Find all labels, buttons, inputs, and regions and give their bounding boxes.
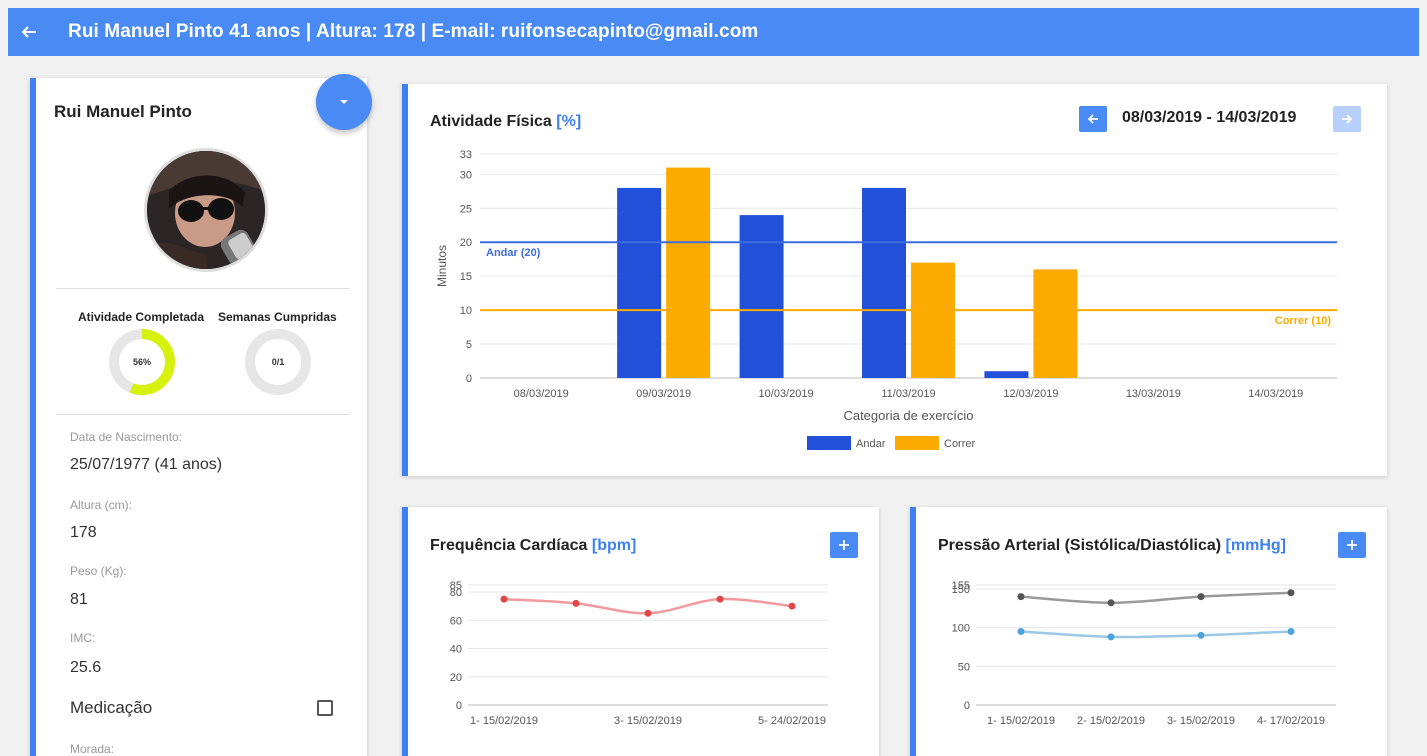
bar-andar [862,187,906,378]
y-tick-label: 40 [450,644,462,656]
y-tick-label: 30 [460,169,472,181]
activity-chart: 0 5 10 15 20 25 30 33 Minutos 08/03/2019 09/03/201… [435,149,1337,450]
arrow-left-icon [21,26,36,38]
bmi-value: 25.6 [70,659,102,676]
expand-menu-button[interactable] [316,74,372,130]
y-tick-label: 5 [466,339,472,351]
divider [56,288,350,289]
bar-andar [984,371,1029,378]
x-tick-label: 08/03/2019 [514,388,569,400]
data-point [1287,627,1295,635]
weeks-progress-value: 0/1 [272,357,285,367]
weeks-progress-ring: 0/1 [245,329,311,395]
y-tick-label: 15 [460,271,472,283]
x-tick-label: 4- 17/02/2019 [1257,715,1325,727]
medication-label: Medicação [70,698,153,717]
data-point [1197,631,1205,639]
weight-value: 81 [70,591,88,608]
series-line [1020,591,1292,605]
page-title: Rui Manuel Pinto 41 anos | Altura: 178 |… [68,21,759,42]
ring-label-weeks: Semanas Cumpridas [218,310,337,324]
y-tick-label: 20 [460,237,472,249]
app-header: Rui Manuel Pinto 41 anos | Altura: 178 |… [8,8,1419,56]
y-tick-label: 0 [466,373,472,385]
x-tick-label: 5- 24/02/2019 [758,715,826,727]
legend-label-correr: Correr [944,438,976,450]
data-point [1107,599,1115,607]
height-value: 178 [70,524,97,541]
x-tick-label: 1- 15/02/2019 [987,715,1055,727]
y-tick-label: 85 [450,580,462,592]
caret-down-icon [340,100,348,104]
divider [56,414,350,415]
birthdate-label: Data de Nascimento: [70,430,183,444]
y-tick-label: 50 [958,661,970,673]
x-tick-label: 14/03/2019 [1248,388,1303,400]
ring-label-activity: Atividade Completada [78,310,205,324]
series-line [1020,630,1292,639]
y-tick-label: 155 [952,580,970,592]
y-tick-label: 100 [952,623,970,635]
y-tick-label: 20 [450,672,462,684]
blood-pressure-chart: 0501001501551- 15/02/2019 2- 15/02/2019 3-… [952,580,1336,727]
activity-card: Atividade Física [%] 08/03/2019 - 14/03/… [402,84,1387,476]
x-tick-label: 3- 15/02/2019 [614,715,682,727]
y-tick-label: 10 [460,305,472,317]
reference-label-andar: Andar (20) [486,247,541,259]
heart-rate-chart: 020406080851- 15/02/2019 3- 15/02/2019 5- … [450,580,828,727]
height-label: Altura (cm): [70,498,133,512]
legend-swatch-correr [895,436,939,450]
profile-name: Rui Manuel Pinto [54,102,192,121]
data-point [1017,593,1025,601]
x-tick-label: 1- 15/02/2019 [470,715,538,727]
bar-andar [617,187,662,378]
bar-andar [739,215,784,378]
reference-label-correr: Correr (10) [1275,315,1332,327]
data-point [788,602,796,610]
bar-correr [1033,269,1078,378]
legend-label-andar: Andar [856,438,886,450]
bar-correr [911,262,955,378]
weight-label: Peso (Kg): [70,564,127,578]
y-tick-label: 60 [450,615,462,627]
back-button[interactable] [8,8,50,56]
x-tick-label: 13/03/2019 [1126,388,1181,400]
data-point [716,595,724,603]
activity-progress-ring: 56% [109,329,175,395]
birthdate-value: 25/07/1977 (41 anos) [70,456,223,473]
bmi-label: IMC: [70,631,96,645]
data-point [644,609,652,617]
blood-pressure-card: Pressão Arterial (Sistólica/Diastólica) … [910,507,1387,756]
profile-card: Rui Manuel Pinto Atividade Completada Se… [30,74,372,756]
data-point [1107,633,1115,641]
bar-correr [666,167,711,378]
x-tick-label: 11/03/2019 [881,388,935,400]
avatar [144,148,268,272]
y-tick-label: 0 [456,700,462,712]
data-point [1017,627,1025,635]
x-axis-label: Categoria de exercício [843,408,973,423]
medication-checkbox[interactable] [317,700,333,716]
x-tick-label: 12/03/2019 [1003,388,1058,400]
address-label: Morada: [70,742,115,756]
y-axis-label: Minutos [435,245,449,287]
data-point [1197,593,1205,601]
y-tick-label: 25 [460,203,472,215]
heart-rate-card: Frequência Cardíaca [bpm] 0 20 40 60 80 85 1- … [402,507,879,756]
x-tick-label: 10/03/2019 [759,388,814,400]
x-tick-label: 09/03/2019 [636,388,691,400]
activity-progress-value: 56% [133,357,151,367]
data-point [1287,589,1295,597]
legend-swatch-andar [807,436,851,450]
x-tick-label: 3- 15/02/2019 [1167,715,1235,727]
data-point [500,595,508,603]
y-tick-label: 33 [460,149,472,161]
x-tick-label: 2- 15/02/2019 [1077,715,1145,727]
data-point [572,599,580,607]
y-tick-label: 0 [964,700,970,712]
avatar-photo [147,151,265,269]
